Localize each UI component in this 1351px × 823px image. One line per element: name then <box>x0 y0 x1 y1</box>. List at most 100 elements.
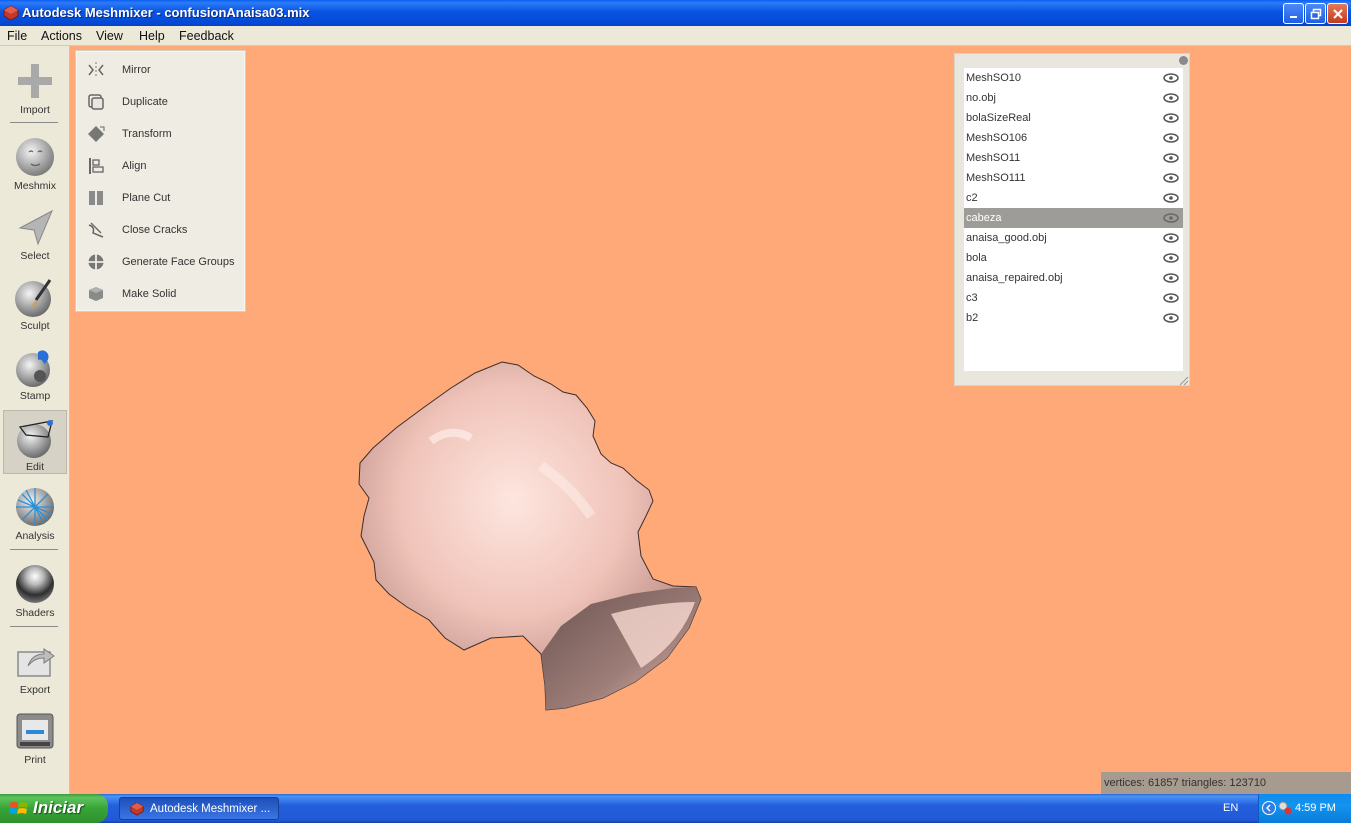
edit-mirror-label: Mirror <box>122 64 151 76</box>
edit-close-cracks-item[interactable]: Close Cracks <box>76 216 246 244</box>
edit-close-cracks-label: Close Cracks <box>122 224 188 236</box>
minimize-icon <box>1289 15 1297 18</box>
sculpt-tool-button[interactable]: Sculpt <box>3 270 67 334</box>
analysis-mesh-icon <box>16 488 54 526</box>
meshmixer-logo-icon <box>130 802 144 816</box>
stamp-tool-label: Stamp <box>19 390 51 402</box>
edit-mirror-item[interactable]: Mirror <box>76 56 246 84</box>
object-row[interactable]: bolaSizeReal <box>964 108 1183 128</box>
plane-cut-icon <box>89 191 103 205</box>
language-indicator[interactable]: EN <box>1223 802 1238 814</box>
visibility-eye-icon[interactable] <box>1163 73 1179 83</box>
object-row[interactable]: bola <box>964 248 1183 268</box>
edit-face-groups-item[interactable]: Generate Face Groups <box>76 248 246 276</box>
select-tool-label: Select <box>20 250 50 262</box>
edit-duplicate-item[interactable]: Duplicate <box>76 88 246 116</box>
object-name: MeshSO106 <box>966 132 1028 144</box>
title-bar[interactable]: Autodesk Meshmixer - confusionAnaisa03.m… <box>0 0 1351 26</box>
stamp-tool-button[interactable]: Stamp <box>3 340 67 404</box>
object-name: no.obj <box>966 92 996 104</box>
export-tool-button[interactable]: Export <box>3 634 67 698</box>
edit-submenu: Mirror Duplicate Transform Align Plane C… <box>75 50 246 312</box>
object-name: anaisa_good.obj <box>966 232 1047 244</box>
visibility-eye-icon[interactable] <box>1163 173 1179 183</box>
menu-actions[interactable]: Actions <box>41 29 82 43</box>
visibility-eye-icon[interactable] <box>1163 133 1179 143</box>
visibility-eye-icon[interactable] <box>1163 193 1179 203</box>
meshmix-tool-label: Meshmix <box>13 180 56 192</box>
shaders-tool-button[interactable]: Shaders <box>3 557 67 621</box>
taskbar-task-label: Autodesk Meshmixer ... <box>150 803 271 815</box>
visibility-eye-icon[interactable] <box>1163 93 1179 103</box>
meshmix-tool-button[interactable]: Meshmix <box>3 130 67 194</box>
plus-icon <box>18 64 52 98</box>
print-tool-button[interactable]: Print <box>3 704 67 768</box>
print-tool-label: Print <box>24 754 46 766</box>
menu-view[interactable]: View <box>96 29 123 43</box>
menu-feedback[interactable]: Feedback <box>179 29 234 43</box>
select-tool-button[interactable]: Select <box>3 200 67 264</box>
resize-grip-icon[interactable] <box>1177 374 1189 386</box>
analysis-tool-button[interactable]: Analysis <box>3 480 67 544</box>
close-cracks-icon <box>88 222 104 238</box>
network-tray-icon[interactable] <box>1278 801 1292 815</box>
make-solid-icon <box>89 287 103 301</box>
toolbar-divider <box>10 549 58 550</box>
visibility-eye-icon[interactable] <box>1163 233 1179 243</box>
menu-help[interactable]: Help <box>139 29 165 43</box>
object-name: b2 <box>966 312 979 324</box>
object-row[interactable]: no.obj <box>964 88 1183 108</box>
object-list: MeshSO10 no.obj bolaSizeReal MeshSO106 M… <box>964 68 1183 371</box>
edit-transform-item[interactable]: Transform <box>76 120 246 148</box>
restore-icon <box>1310 8 1321 19</box>
analysis-tool-label: Analysis <box>15 530 55 542</box>
visibility-eye-icon[interactable] <box>1163 293 1179 303</box>
export-icon <box>17 648 55 677</box>
edit-align-item[interactable]: Align <box>76 152 246 180</box>
object-row[interactable]: MeshSO111 <box>964 168 1183 188</box>
object-row[interactable]: MeshSO106 <box>964 128 1183 148</box>
edit-tool-button[interactable]: Edit <box>3 410 67 474</box>
meshmixer-logo-icon <box>3 5 19 21</box>
object-row[interactable]: anaisa_repaired.obj <box>964 268 1183 288</box>
object-row[interactable]: anaisa_good.obj <box>964 228 1183 248</box>
system-clock[interactable]: 4:59 PM <box>1295 802 1336 814</box>
object-row[interactable]: c2 <box>964 188 1183 208</box>
panel-close-icon[interactable] <box>1179 56 1188 65</box>
object-name: MeshSO10 <box>966 72 1022 84</box>
visibility-eye-icon[interactable] <box>1163 253 1179 263</box>
edit-sphere-icon <box>17 420 53 458</box>
object-row[interactable]: b2 <box>964 308 1183 328</box>
object-browser-panel: MeshSO10 no.obj bolaSizeReal MeshSO106 M… <box>954 53 1190 386</box>
restore-button[interactable] <box>1305 3 1326 24</box>
visibility-eye-icon[interactable] <box>1163 153 1179 163</box>
os-taskbar: Iniciar Autodesk Meshmixer ... EN 4:59 P… <box>0 794 1351 823</box>
visibility-eye-icon[interactable] <box>1163 313 1179 323</box>
object-row[interactable]: MeshSO10 <box>964 68 1183 88</box>
shaders-sphere-icon <box>16 565 54 603</box>
start-button[interactable]: Iniciar <box>0 794 108 823</box>
minimize-button[interactable] <box>1283 3 1304 24</box>
object-name: c2 <box>966 192 978 204</box>
object-name: MeshSO11 <box>966 152 1021 164</box>
import-tool-button[interactable]: Import <box>3 54 67 118</box>
object-row[interactable]: c3 <box>964 288 1183 308</box>
object-row-selected[interactable]: cabeza <box>964 208 1183 228</box>
edit-duplicate-label: Duplicate <box>122 96 168 108</box>
visibility-eye-icon[interactable] <box>1163 273 1179 283</box>
edit-plane-cut-item[interactable]: Plane Cut <box>76 184 246 212</box>
object-name: anaisa_repaired.obj <box>966 272 1063 284</box>
close-button[interactable] <box>1327 3 1348 24</box>
visibility-eye-icon[interactable] <box>1163 213 1179 223</box>
edit-make-solid-item[interactable]: Make Solid <box>76 280 246 308</box>
menu-file[interactable]: File <box>7 29 27 43</box>
visibility-eye-icon[interactable] <box>1163 113 1179 123</box>
tray-arrow-icon[interactable] <box>1262 801 1276 815</box>
object-row[interactable]: MeshSO11 <box>964 148 1183 168</box>
toolbar-divider <box>10 122 58 123</box>
taskbar-meshmixer-button[interactable]: Autodesk Meshmixer ... <box>119 797 279 820</box>
window-title: Autodesk Meshmixer - confusionAnaisa03.m… <box>22 5 310 20</box>
meshmix-face-icon <box>16 138 54 176</box>
edit-make-solid-label: Make Solid <box>122 288 177 300</box>
mesh-stats-text: vertices: 61857 triangles: 123710 <box>1104 777 1267 789</box>
